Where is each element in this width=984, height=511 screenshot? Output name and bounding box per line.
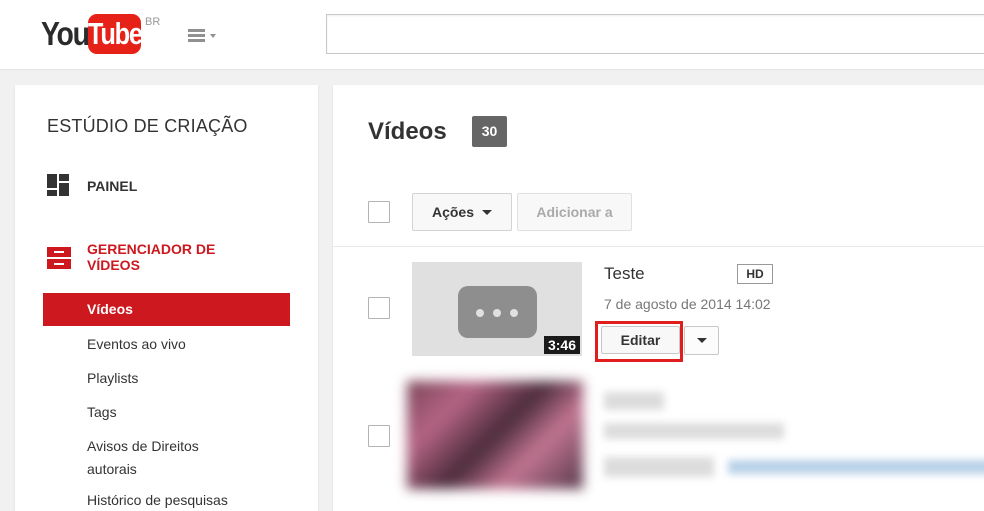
hamburger-icon-bar xyxy=(188,34,205,37)
blurred-video-date xyxy=(604,423,784,439)
sidebar-subitem-live-events[interactable]: Eventos ao vivo xyxy=(87,336,186,352)
logo-tube-box: Tube xyxy=(87,14,143,54)
copyright-label-line1: Avisos de Direitos xyxy=(87,438,199,454)
logo-region-code: BR xyxy=(145,16,161,28)
edit-button[interactable]: Editar xyxy=(601,326,680,354)
page-title: Vídeos xyxy=(368,118,447,145)
creator-studio-sidebar: ESTÚDIO DE CRIAÇÃO PAINEL GERENCIADOR DE… xyxy=(15,85,318,511)
dot xyxy=(493,309,501,317)
chevron-down-icon xyxy=(210,34,216,38)
dot xyxy=(510,309,518,317)
video-duration: 3:46 xyxy=(543,336,580,354)
select-all-checkbox[interactable] xyxy=(368,201,390,223)
video-manager-icon xyxy=(47,245,71,269)
chevron-down-icon xyxy=(482,209,493,215)
actions-label: Ações xyxy=(431,204,475,220)
video-manager-label-line1: GERENCIADOR DE xyxy=(87,241,216,257)
dot xyxy=(476,309,484,317)
hd-badge: HD xyxy=(737,264,773,284)
blurred-status-text xyxy=(728,460,984,474)
video-manager-panel: Vídeos 30 Ações Adicionar a 3:46 Teste H… xyxy=(333,85,984,511)
divider xyxy=(333,246,984,247)
add-to-button[interactable]: Adicionar a xyxy=(517,193,632,231)
video-row-checkbox[interactable] xyxy=(368,425,390,447)
sidebar-subitem-tags[interactable]: Tags xyxy=(87,404,117,420)
video-count-badge: 30 xyxy=(472,116,507,147)
logo-tube-text: Tube xyxy=(87,16,143,51)
logo-you-text: You xyxy=(41,15,90,52)
sidebar-subitem-search-history[interactable]: Histórico de pesquisas xyxy=(87,492,228,508)
blurred-video-title xyxy=(604,392,664,410)
dashboard-icon xyxy=(47,174,71,198)
hamburger-icon xyxy=(188,29,205,32)
sidebar-item-dashboard[interactable]: PAINEL xyxy=(47,174,137,198)
hamburger-icon-bar xyxy=(188,39,205,42)
sidebar-subitem-playlists[interactable]: Playlists xyxy=(87,370,138,386)
video-manager-label-line2: VÍDEOS xyxy=(87,257,140,273)
guide-menu-button[interactable] xyxy=(186,27,222,45)
video-row-checkbox[interactable] xyxy=(368,297,390,319)
copyright-label-line2: autorais xyxy=(87,461,137,477)
sidebar-item-video-manager[interactable]: GERENCIADOR DE VÍDEOS xyxy=(47,241,215,273)
video-thumbnail[interactable]: 3:46 xyxy=(412,262,582,356)
youtube-logo[interactable]: You Tube BR xyxy=(41,14,160,54)
sidebar-subitem-copyright-notices[interactable]: Avisos de Direitos autorais xyxy=(87,435,199,481)
edit-options-dropdown[interactable] xyxy=(684,326,719,355)
search-input[interactable] xyxy=(326,14,984,54)
processing-icon xyxy=(458,286,537,338)
video-upload-date: 7 de agosto de 2014 14:02 xyxy=(604,296,771,312)
chevron-down-icon xyxy=(696,338,707,343)
masthead: You Tube BR xyxy=(0,0,984,70)
sidebar-subitem-videos[interactable]: Vídeos xyxy=(43,293,290,326)
sidebar-title: ESTÚDIO DE CRIAÇÃO xyxy=(47,116,248,136)
blurred-video-thumbnail[interactable] xyxy=(407,381,583,489)
sidebar-item-label: PAINEL xyxy=(87,178,138,194)
video-title-link[interactable]: Teste xyxy=(604,264,645,284)
sidebar-item-label: GERENCIADOR DE VÍDEOS xyxy=(87,241,215,273)
actions-dropdown-button[interactable]: Ações xyxy=(412,193,512,231)
blurred-edit-controls xyxy=(604,457,714,477)
